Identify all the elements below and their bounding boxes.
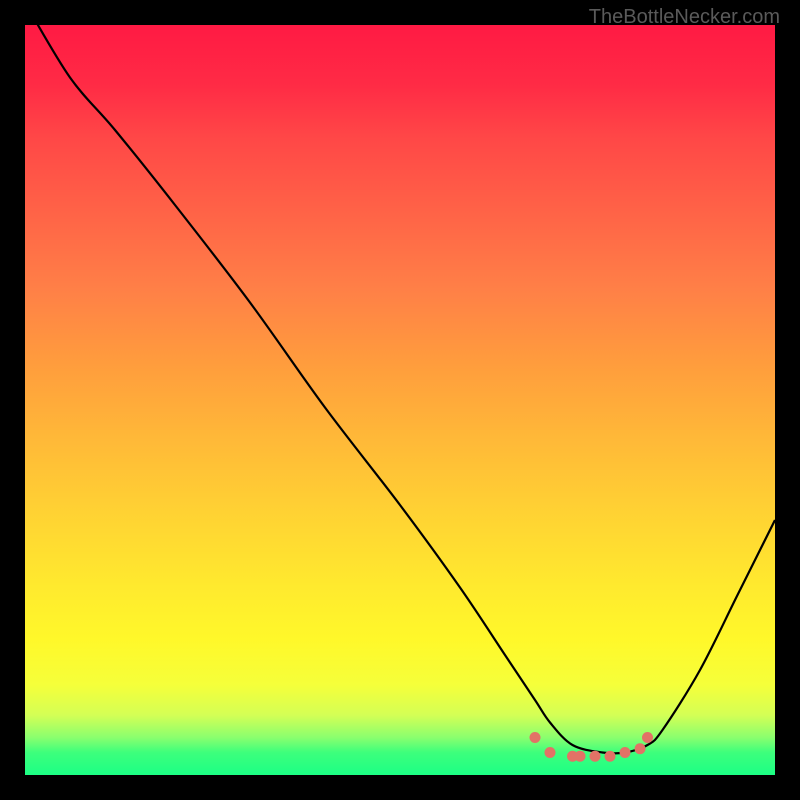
watermark-text: TheBottleNecker.com	[589, 6, 780, 29]
marker-dot	[635, 743, 646, 754]
marker-dot	[530, 732, 541, 743]
marker-dot	[590, 751, 601, 762]
marker-dot	[545, 747, 556, 758]
sweet-spot-dots	[530, 732, 654, 762]
marker-dot	[642, 732, 653, 743]
curve-svg	[25, 25, 775, 775]
marker-dot	[575, 751, 586, 762]
chart-container: TheBottleNecker.com	[0, 0, 800, 800]
marker-dot	[605, 751, 616, 762]
bottleneck-curve	[25, 25, 775, 753]
plot-area	[25, 25, 775, 775]
marker-dot	[620, 747, 631, 758]
